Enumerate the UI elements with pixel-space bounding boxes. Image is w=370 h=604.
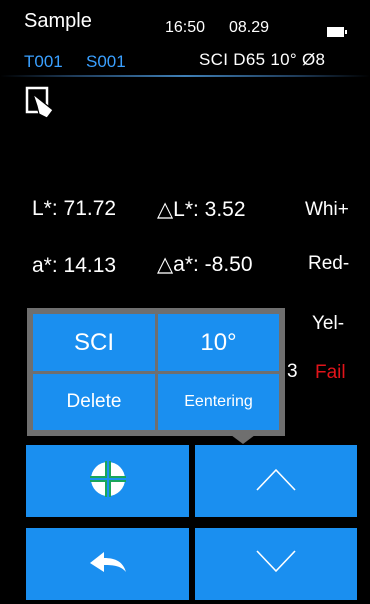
sci-option-button[interactable]: SCI	[33, 314, 155, 371]
screen-title: Sample	[24, 10, 92, 32]
delta-l-value: △L*: 3.52	[157, 198, 246, 221]
redness-label: Red-	[308, 253, 350, 274]
observer-angle-button[interactable]: 10°	[158, 314, 279, 371]
clock-date: 08.29	[229, 19, 270, 36]
scroll-up-button[interactable]	[195, 445, 357, 517]
crosshair-icon	[88, 459, 128, 504]
clock-time: 16:50	[165, 19, 206, 36]
sample-id[interactable]: S001	[86, 52, 126, 72]
header-divider	[0, 75, 370, 77]
yellowness-label: Yel-	[312, 313, 345, 334]
delta-a-value: △a*: -8.50	[157, 253, 253, 276]
back-button[interactable]	[26, 528, 189, 600]
battery-icon	[327, 27, 347, 37]
chevron-up-icon	[255, 466, 297, 497]
test-id[interactable]: T001	[24, 52, 63, 72]
partial-value: 3	[287, 361, 298, 382]
measure-button[interactable]	[26, 445, 189, 517]
sci-option-label: SCI	[73, 328, 114, 356]
a-value: a*: 14.13	[32, 254, 117, 277]
delete-button[interactable]: Delete	[33, 374, 155, 430]
l-value: L*: 71.72	[32, 197, 117, 220]
measure-conditions: SCI D65 10° Ø8	[199, 50, 326, 69]
popup-pointer	[231, 435, 255, 444]
entering-label: Eentering	[184, 393, 253, 410]
result-status: Fail	[315, 362, 346, 383]
scroll-down-button[interactable]	[195, 528, 357, 600]
device-screen: Sample 16:50 08.29 T001 S001 SCI D65 10°…	[0, 0, 370, 604]
measure-options-popup: SCI 10° Delete Eentering	[27, 308, 285, 436]
calibration-icon[interactable]	[25, 86, 61, 122]
delete-label: Delete	[66, 391, 122, 412]
observer-angle-label: 10°	[200, 328, 237, 356]
whiteness-label: Whi+	[305, 199, 349, 220]
chevron-down-icon	[255, 549, 297, 580]
back-arrow-icon	[88, 550, 128, 579]
entering-button[interactable]: Eentering	[158, 374, 279, 430]
